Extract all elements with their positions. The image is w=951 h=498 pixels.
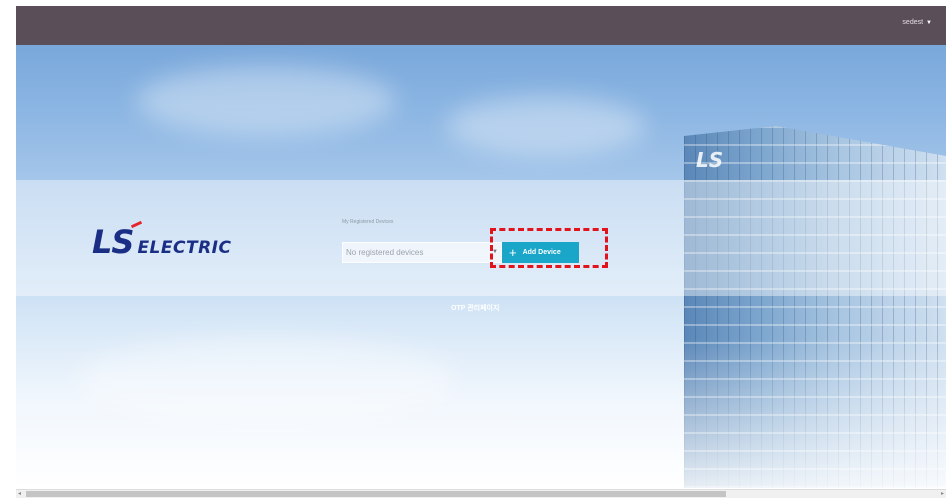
cloud-decoration: [446, 96, 646, 156]
building-fade: [684, 338, 946, 488]
logo-electric: ELECTRIC: [137, 238, 232, 258]
horizontal-scrollbar[interactable]: ◂ ▸: [16, 489, 946, 498]
highlight-annotation-box: [490, 228, 608, 268]
device-select-value: No registered devices: [346, 248, 424, 257]
scroll-left-icon[interactable]: ◂: [18, 490, 21, 497]
otp-management-link[interactable]: OTP 관리페이지: [451, 303, 499, 313]
page-frame: sedest ▼ LS LS ELECTRIC My Registered De…: [16, 6, 946, 488]
scrollbar-thumb[interactable]: [26, 491, 726, 497]
device-select[interactable]: No registered devices ▼: [342, 242, 502, 263]
cloud-decoration: [76, 336, 456, 426]
building-sign: LS: [696, 148, 724, 172]
user-name: sedest: [902, 19, 924, 26]
registered-devices-label: My Registered Devices: [342, 219, 394, 225]
cloud-decoration: [136, 66, 396, 136]
ls-electric-logo: LS ELECTRIC: [92, 223, 231, 261]
chevron-down-icon: ▼: [926, 19, 932, 26]
scroll-right-icon[interactable]: ▸: [941, 490, 944, 497]
user-menu[interactable]: sedest ▼: [902, 19, 932, 26]
top-nav-bar: sedest ▼: [16, 6, 946, 45]
logo-ls: LS: [92, 223, 134, 261]
